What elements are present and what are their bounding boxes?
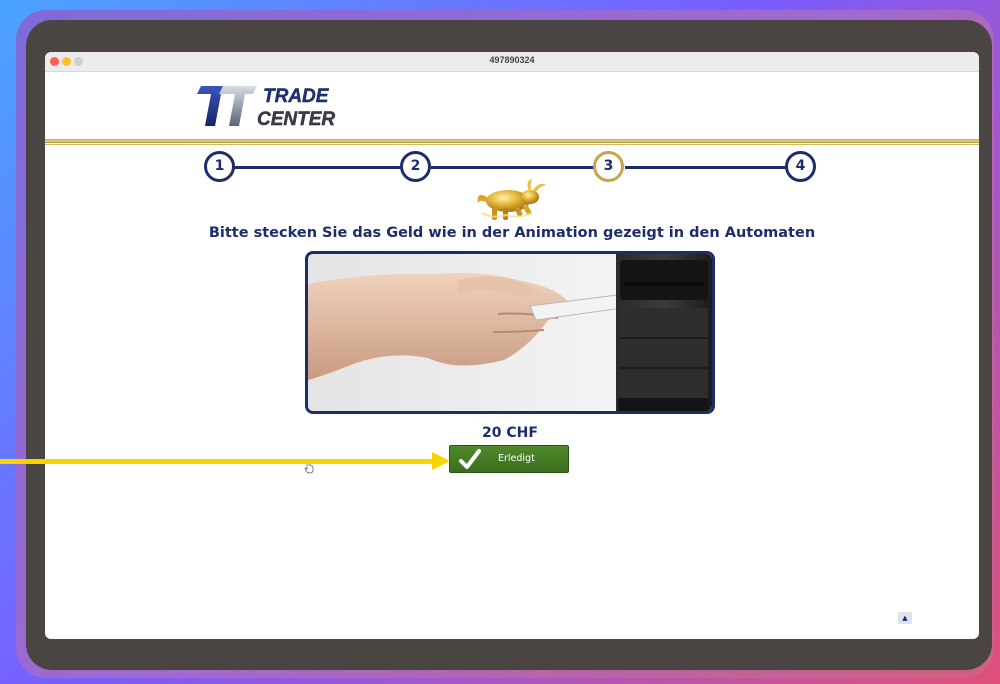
step-2: 2	[400, 151, 431, 182]
golden-bull-icon	[477, 179, 546, 220]
step-4: 4	[785, 151, 816, 182]
step-1: 1	[204, 151, 235, 182]
annotation-arrow-head-icon	[432, 452, 450, 470]
annotation-arrow-shaft	[0, 459, 436, 464]
step-3-active: 3	[593, 151, 624, 182]
step-connector	[233, 166, 401, 169]
step-connector	[625, 166, 787, 169]
trade-center-logo: TRADE CENTER	[197, 86, 336, 130]
window-title: 497890324	[489, 55, 535, 65]
brand-line1: TRADE	[263, 86, 330, 107]
app-window: 497890324 TRADE CENTER 1 2 3 4 Bitte ste…	[45, 52, 979, 639]
erledigt-button[interactable]: Erledigt	[449, 445, 569, 473]
amount-label: 20 CHF	[482, 425, 538, 441]
instruction-text: Bitte stecken Sie das Geld wie in der An…	[208, 225, 816, 241]
erledigt-button-label: Erledigt	[498, 453, 535, 464]
insert-money-animation	[305, 251, 715, 414]
brand-line2: CENTER	[257, 109, 335, 130]
window-titlebar: 497890324	[45, 52, 979, 72]
header-divider-thin	[45, 144, 979, 145]
hand-inserting-bill-illustration	[308, 254, 712, 411]
header-divider	[45, 139, 979, 143]
checkmark-icon	[459, 449, 481, 469]
up-triangle-icon[interactable]: ▲	[898, 612, 912, 624]
step-connector	[431, 166, 595, 169]
